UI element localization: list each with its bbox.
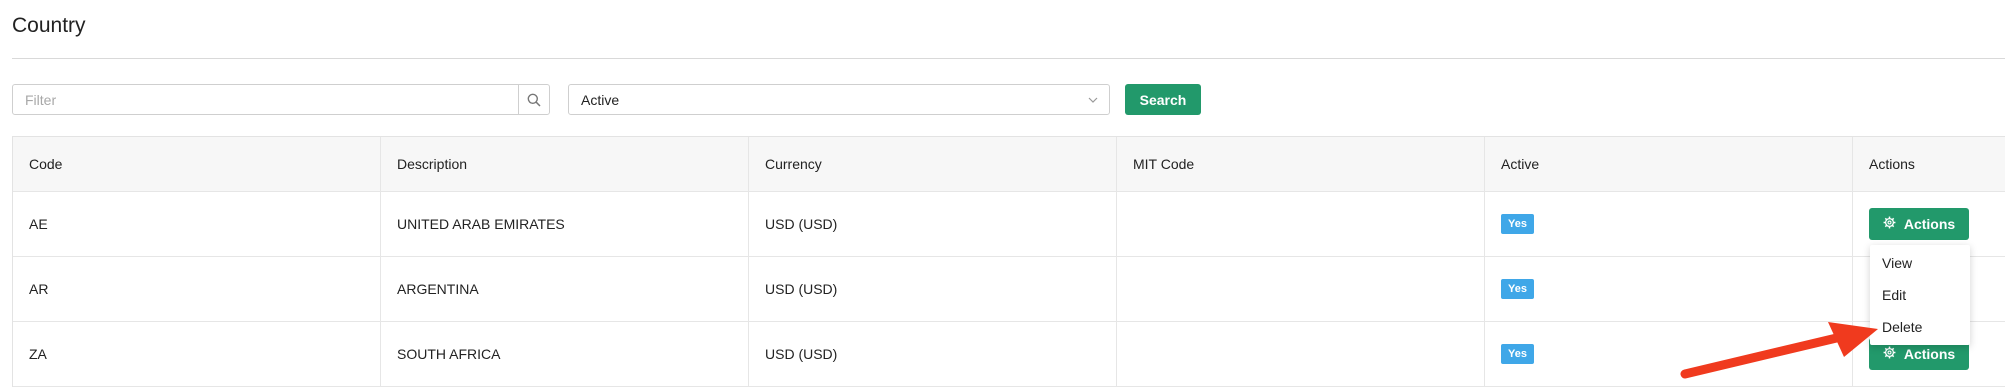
annotation-arrow-icon <box>1680 322 1878 379</box>
